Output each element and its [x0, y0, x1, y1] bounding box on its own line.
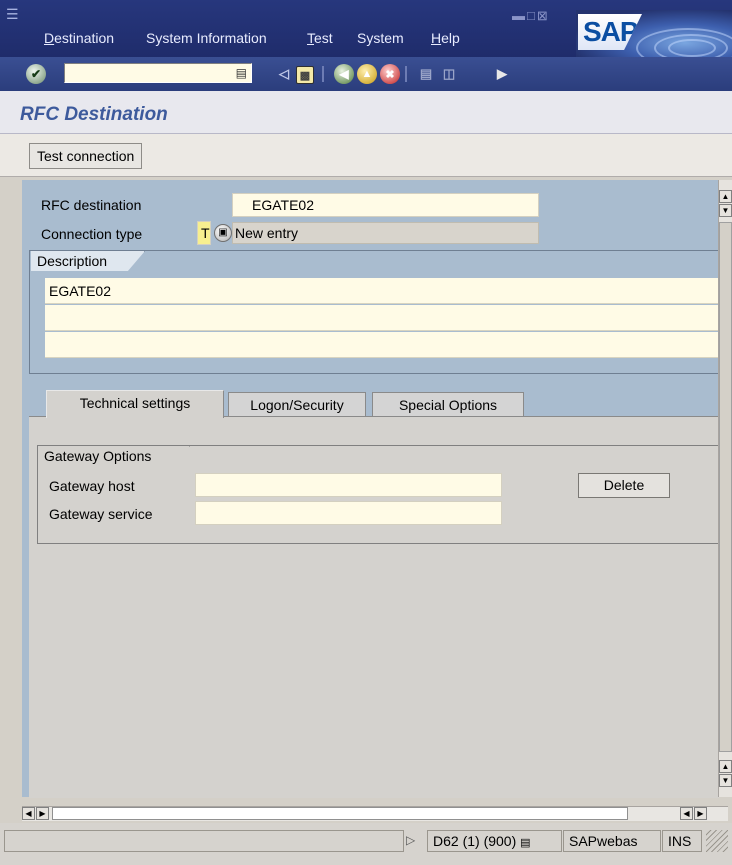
page-title: RFC Destination: [20, 104, 168, 125]
menu-help[interactable]: Help: [431, 30, 460, 46]
possible-entries-icon[interactable]: ▣: [214, 224, 232, 242]
connection-type-label: Connection type: [41, 226, 143, 242]
exit-icon[interactable]: ▲: [357, 64, 377, 84]
scroll-down-icon[interactable]: ▼: [719, 204, 732, 217]
maximize-icon[interactable]: □: [527, 8, 537, 23]
tab-technical-settings[interactable]: Technical settings: [46, 390, 224, 418]
back-icon[interactable]: ◀: [334, 64, 354, 84]
description-line-2[interactable]: [45, 305, 718, 331]
command-field[interactable]: ▤: [64, 63, 252, 83]
close-icon[interactable]: ⊠: [537, 8, 550, 23]
status-system[interactable]: D62 (1) (900) ▤: [427, 830, 562, 852]
gateway-host-label: Gateway host: [49, 478, 135, 494]
scroll-right-icon[interactable]: ▶: [36, 807, 49, 820]
scroll-left-icon[interactable]: ◀: [22, 807, 35, 820]
status-system-text: D62 (1) (900): [433, 833, 517, 849]
scroll-up-icon[interactable]: ▲: [719, 190, 732, 203]
connection-type-field[interactable]: T: [197, 221, 211, 245]
print-icon[interactable]: ▤: [416, 64, 436, 84]
gateway-host-field[interactable]: [195, 473, 502, 497]
horizontal-scroll-thumb[interactable]: [52, 807, 628, 820]
minimize-icon[interactable]: ▬: [512, 8, 527, 23]
find-icon[interactable]: ◫: [439, 64, 459, 84]
collapse-left-icon[interactable]: ◁: [274, 64, 294, 84]
tab-logon-security[interactable]: Logon/Security: [228, 392, 366, 416]
status-message-area: [4, 830, 404, 852]
window-controls[interactable]: ▬□⊠: [512, 8, 550, 24]
sap-logo-text: SAP: [583, 16, 639, 47]
menu-system[interactable]: System: [357, 30, 404, 46]
scroll-right-end-icon[interactable]: ▶: [694, 807, 707, 820]
resize-grip[interactable]: [706, 830, 728, 852]
create-session-icon[interactable]: ▶: [492, 64, 512, 84]
sap-logo: SAP: [576, 10, 732, 57]
delete-button[interactable]: Delete: [578, 473, 670, 498]
rfc-destination-label: RFC destination: [41, 197, 142, 213]
system-menu-icon[interactable]: ☰: [6, 6, 19, 23]
command-history-icon[interactable]: ▤: [236, 66, 247, 80]
menu-system-information[interactable]: System Information: [146, 30, 267, 46]
vertical-scroll-thumb[interactable]: [719, 222, 732, 752]
description-line-1[interactable]: EGATE02: [45, 278, 718, 304]
status-expand-icon[interactable]: ▷: [406, 833, 415, 847]
description-group-label: Description: [31, 251, 145, 271]
test-connection-button[interactable]: Test connection: [29, 143, 143, 169]
gateway-service-label: Gateway service: [49, 506, 153, 522]
status-system-list-icon[interactable]: ▤: [520, 837, 530, 849]
save-icon[interactable]: ▩: [296, 66, 314, 84]
scroll-left-end-icon[interactable]: ◀: [680, 807, 693, 820]
connection-type-description: New entry: [232, 222, 539, 244]
description-line-3[interactable]: [45, 332, 718, 358]
cancel-icon[interactable]: ✖: [380, 64, 400, 84]
rfc-destination-field[interactable]: EGATE02: [232, 193, 539, 217]
gateway-service-field[interactable]: [195, 501, 502, 525]
scroll-up-bottom-icon[interactable]: ▲: [719, 760, 732, 773]
tab-special-options[interactable]: Special Options: [372, 392, 524, 416]
status-server: SAPwebas: [563, 830, 661, 852]
status-bar: ▷ D62 (1) (900) ▤ SAPwebas INS: [0, 823, 732, 865]
enter-icon[interactable]: ✔: [26, 64, 46, 84]
scroll-down-bottom-icon[interactable]: ▼: [719, 774, 732, 787]
menu-test[interactable]: Test: [307, 30, 333, 46]
status-mode[interactable]: INS: [662, 830, 702, 852]
menu-destination[interactable]: Destination: [44, 30, 114, 46]
gateway-options-label: Gateway Options: [38, 446, 190, 466]
